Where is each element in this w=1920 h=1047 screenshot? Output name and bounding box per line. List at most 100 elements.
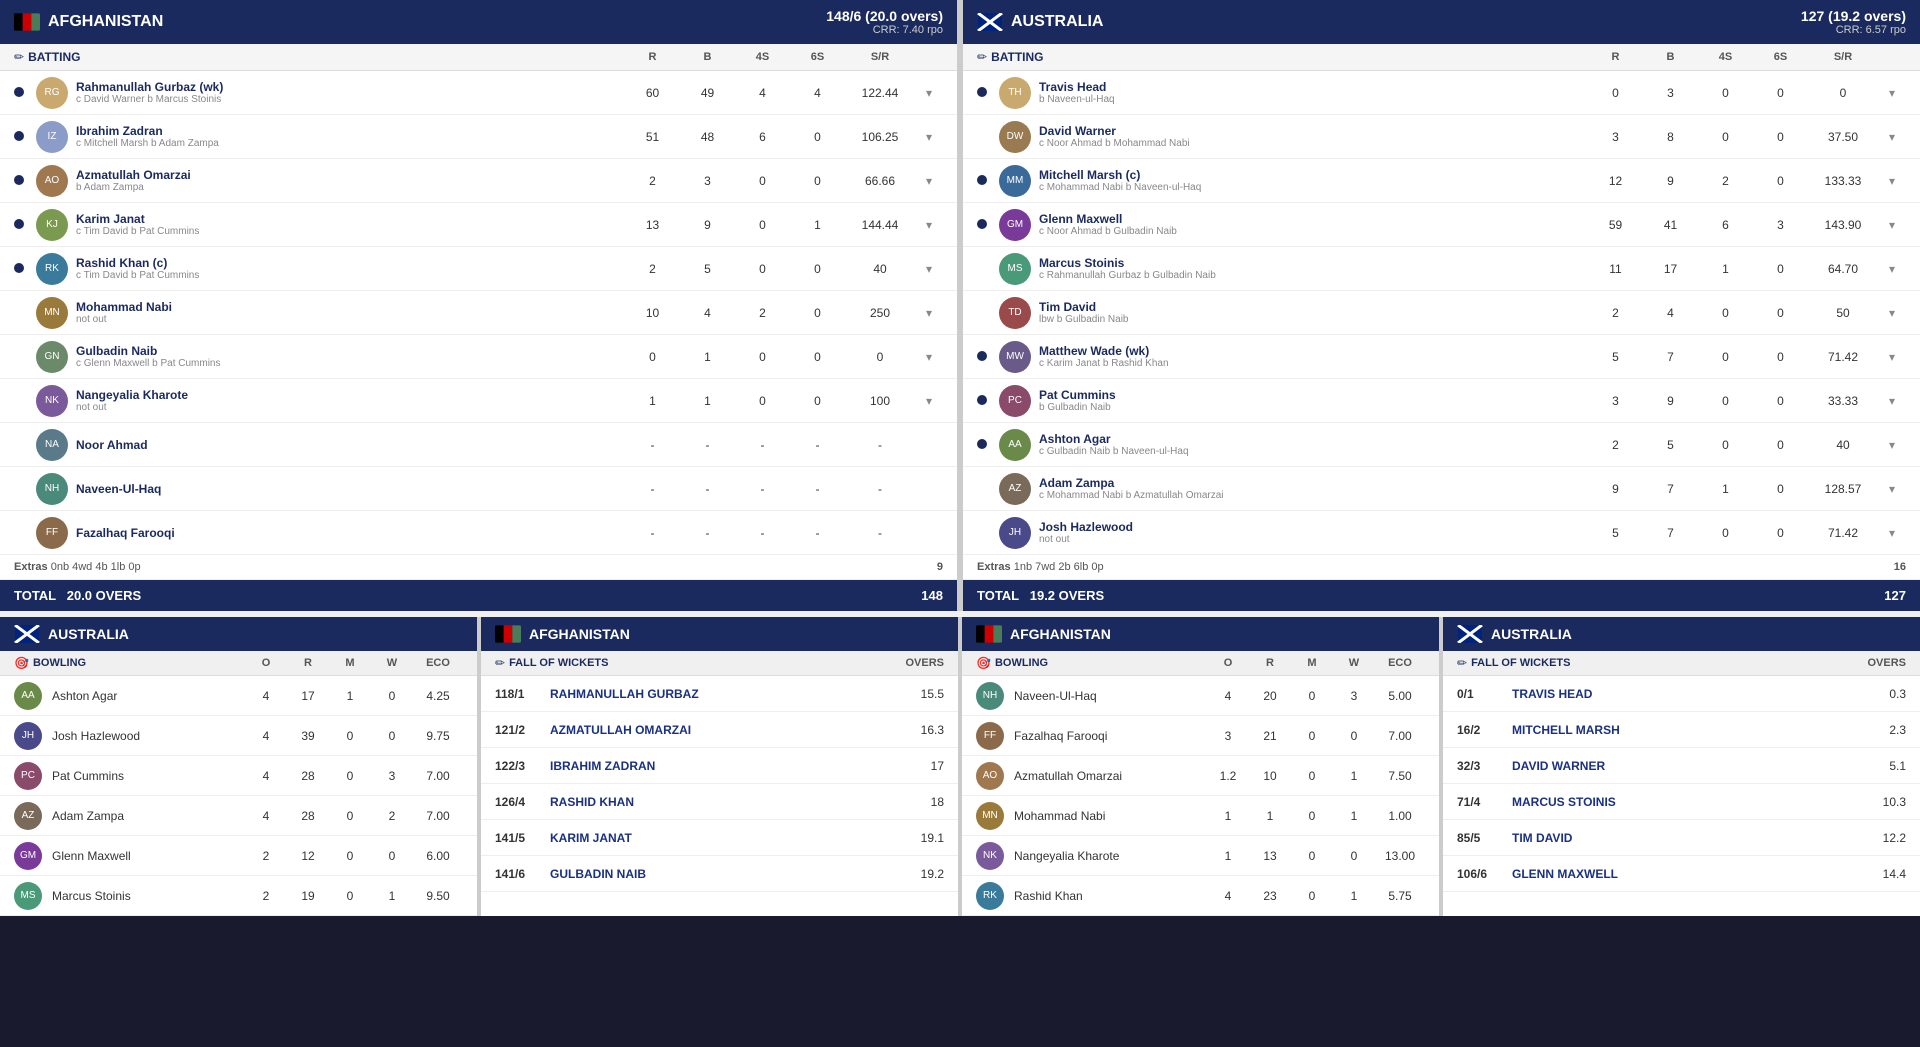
- bowling-row: AO Azmatullah Omarzai 1.2 10 0 1 7.50: [962, 756, 1439, 796]
- avatar: AZ: [14, 802, 42, 830]
- avatar: NH: [976, 682, 1004, 710]
- player-name: Gulbadin Naib: [76, 344, 625, 358]
- expand-btn[interactable]: ▾: [1878, 86, 1906, 100]
- bowling-row: MN Mohammad Nabi 1 1 0 1 1.00: [962, 796, 1439, 836]
- expand-btn[interactable]: ▾: [915, 262, 943, 276]
- batting-header-afg: ✏ BATTING R B 4S 6S S/R: [0, 44, 957, 71]
- player-dismissal: c Glenn Maxwell b Pat Cummins: [76, 358, 625, 369]
- fow-row: 0/1 TRAVIS HEAD 0.3: [1443, 676, 1920, 712]
- player-name: Naveen-Ul-Haq: [76, 482, 625, 496]
- fow-row: 122/3 IBRAHIM ZADRAN 17: [481, 748, 958, 784]
- player-dismissal: c Gulbadin Naib b Naveen-ul-Haq: [1039, 446, 1588, 457]
- expand-btn[interactable]: ▾: [1878, 482, 1906, 496]
- aus-bowling-panel: AUSTRALIA 🎯 BOWLING O R M W ECO AA Ashto…: [0, 617, 477, 916]
- avatar: AO: [976, 762, 1004, 790]
- player-name: Karim Janat: [76, 212, 625, 226]
- afghanistan-score: 148/6 (20.0 overs) CRR: 7.40 rpo: [826, 8, 943, 36]
- fow-row: 141/5 KARIM JANAT 19.1: [481, 820, 958, 856]
- avatar: JH: [999, 517, 1031, 549]
- player-name: Noor Ahmad: [76, 438, 625, 452]
- expand-btn[interactable]: ▾: [915, 218, 943, 232]
- avatar: AA: [14, 682, 42, 710]
- fow-row: 71/4 MARCUS STOINIS 10.3: [1443, 784, 1920, 820]
- afghanistan-flag: [14, 13, 40, 31]
- fow-row: 126/4 RASHID KHAN 18: [481, 784, 958, 820]
- afg-bowling-header: AFGHANISTAN: [962, 617, 1439, 651]
- total-row-afg: TOTAL 20.0 OVERS 148: [0, 580, 957, 611]
- avatar: DW: [999, 121, 1031, 153]
- expand-btn[interactable]: ▾: [1878, 394, 1906, 408]
- batting-label-aus: BATTING: [991, 50, 1588, 64]
- avatar: KJ: [36, 209, 68, 241]
- afg-flag-bowl: [976, 625, 1002, 643]
- afg-fow-panel: AFGHANISTAN ✏ FALL OF WICKETS OVERS 118/…: [481, 617, 958, 916]
- expand-btn[interactable]: ▾: [915, 86, 943, 100]
- pencil-icon-afg: ✏: [14, 50, 24, 64]
- avatar: NH: [36, 473, 68, 505]
- player-name: Travis Head: [1039, 80, 1588, 94]
- bowling-row: NH Naveen-Ul-Haq 4 20 0 3 5.00: [962, 676, 1439, 716]
- player-name: Fazalhaq Farooqi: [76, 526, 625, 540]
- avatar: MN: [976, 802, 1004, 830]
- batting-header-aus: ✏ BATTING R B 4S 6S S/R: [963, 44, 1920, 71]
- expand-btn[interactable]: ▾: [915, 394, 943, 408]
- batting-row: AO Azmatullah Omarzai b Adam Zampa 2 3 0…: [0, 159, 957, 203]
- expand-btn[interactable]: ▾: [915, 130, 943, 144]
- expand-btn[interactable]: ▾: [1878, 306, 1906, 320]
- player-name: Azmatullah Omarzai: [76, 168, 625, 182]
- player-dismissal: c Rahmanullah Gurbaz b Gulbadin Naib: [1039, 270, 1588, 281]
- avatar: TD: [999, 297, 1031, 329]
- avatar: GM: [999, 209, 1031, 241]
- australia-header: AUSTRALIA 127 (19.2 overs) CRR: 6.57 rpo: [963, 0, 1920, 44]
- expand-btn[interactable]: ▾: [1878, 130, 1906, 144]
- batting-rows-aus: TH Travis Head b Naveen-ul-Haq 0 3 0 0 0…: [963, 71, 1920, 555]
- col-r-afg: R: [625, 51, 680, 63]
- australia-score: 127 (19.2 overs) CRR: 6.57 rpo: [1801, 8, 1906, 36]
- expand-btn[interactable]: ▾: [915, 174, 943, 188]
- fow-row: 85/5 TIM DAVID 12.2: [1443, 820, 1920, 856]
- batting-row: RK Rashid Khan (c) c Tim David b Pat Cum…: [0, 247, 957, 291]
- player-name: Mitchell Marsh (c): [1039, 168, 1588, 182]
- batting-row: TH Travis Head b Naveen-ul-Haq 0 3 0 0 0…: [963, 71, 1920, 115]
- avatar: MS: [14, 882, 42, 910]
- australia-batting-panel: AUSTRALIA 127 (19.2 overs) CRR: 6.57 rpo…: [963, 0, 1920, 611]
- avatar: RK: [36, 253, 68, 285]
- fow-row: 118/1 RAHMANULLAH GURBAZ 15.5: [481, 676, 958, 712]
- expand-btn[interactable]: ▾: [1878, 438, 1906, 452]
- player-name: Ibrahim Zadran: [76, 124, 625, 138]
- stat-6s: 4: [790, 86, 845, 100]
- pencil-icon-aus: ✏: [977, 50, 987, 64]
- expand-btn[interactable]: ▾: [915, 306, 943, 320]
- player-name: Matthew Wade (wk): [1039, 344, 1588, 358]
- player-name: Rahmanullah Gurbaz (wk): [76, 80, 625, 94]
- expand-btn[interactable]: ▾: [1878, 174, 1906, 188]
- bowling-row: FF Fazalhaq Farooqi 3 21 0 0 7.00: [962, 716, 1439, 756]
- bowling-col-header: 🎯 BOWLING O R M W ECO: [0, 651, 477, 676]
- afg-flag-bottom: [495, 625, 521, 643]
- avatar: MN: [36, 297, 68, 329]
- avatar: NK: [976, 842, 1004, 870]
- expand-btn[interactable]: ▾: [1878, 350, 1906, 364]
- batting-row: NK Nangeyalia Kharote not out 1 1 0 0 10…: [0, 379, 957, 423]
- total-row-aus: TOTAL 19.2 OVERS 127: [963, 580, 1920, 611]
- player-name: Marcus Stoinis: [1039, 256, 1588, 270]
- fow-row: 32/3 DAVID WARNER 5.1: [1443, 748, 1920, 784]
- stat-sr: 122.44: [845, 86, 915, 100]
- afghanistan-batting-panel: AFGHANISTAN 148/6 (20.0 overs) CRR: 7.40…: [0, 0, 957, 611]
- player-name: Mohammad Nabi: [76, 300, 625, 314]
- player-dismissal: c Mohammad Nabi b Azmatullah Omarzai: [1039, 490, 1588, 501]
- player-dismissal: c Tim David b Pat Cummins: [76, 270, 625, 281]
- player-name: David Warner: [1039, 124, 1588, 138]
- aus-fow-header: AUSTRALIA: [1443, 617, 1920, 651]
- expand-btn[interactable]: ▾: [1878, 218, 1906, 232]
- avatar: AZ: [999, 473, 1031, 505]
- bowling-row: MS Marcus Stoinis 2 19 0 1 9.50: [0, 876, 477, 916]
- avatar: IZ: [36, 121, 68, 153]
- batting-row: MW Matthew Wade (wk) c Karim Janat b Ras…: [963, 335, 1920, 379]
- fow-row: 16/2 MITCHELL MARSH 2.3: [1443, 712, 1920, 748]
- expand-btn[interactable]: ▾: [1878, 262, 1906, 276]
- avatar: NK: [36, 385, 68, 417]
- expand-btn[interactable]: ▾: [915, 350, 943, 364]
- expand-btn[interactable]: ▾: [1878, 526, 1906, 540]
- fow-col-header-aus: ✏ FALL OF WICKETS OVERS: [1443, 651, 1920, 676]
